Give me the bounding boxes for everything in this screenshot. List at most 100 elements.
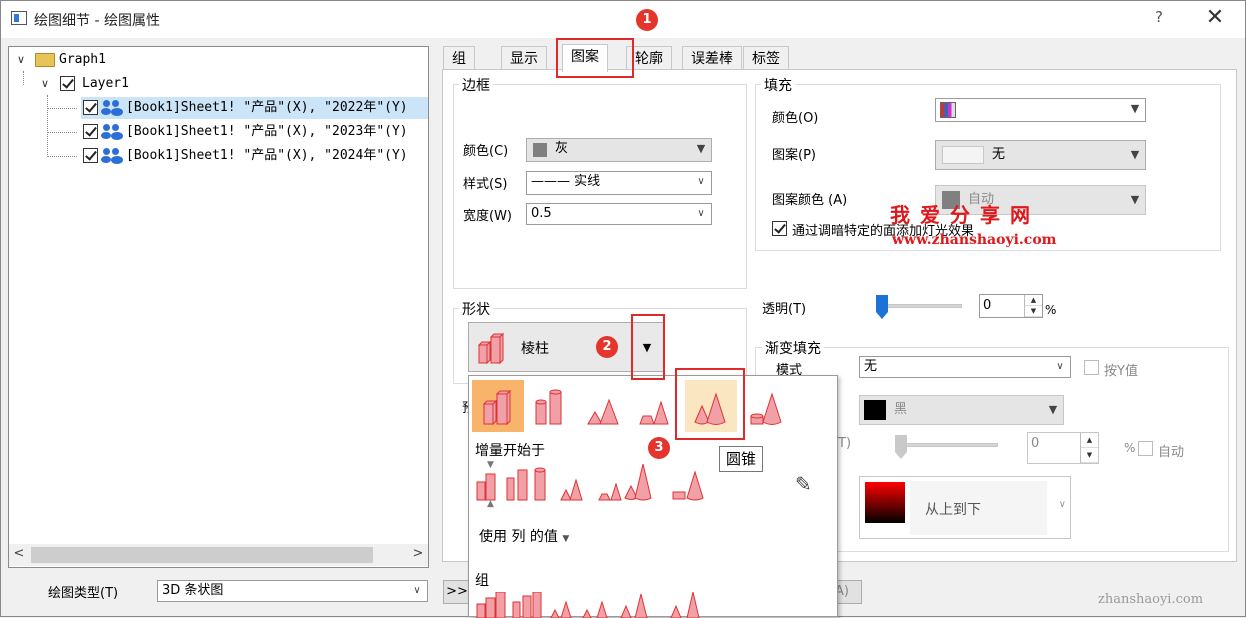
fill-pattern-select[interactable]: 无 ▼	[935, 140, 1146, 170]
slider-thumb-icon[interactable]	[894, 434, 908, 460]
spin-buttons[interactable]: ▲ ▼	[1024, 295, 1042, 317]
app-icon	[11, 11, 27, 25]
annotation-badge-1: 1	[636, 9, 658, 31]
increment-shapes	[476, 464, 704, 501]
transparency-label: 透明(T)	[762, 302, 807, 317]
chevron-down-icon: ∨	[697, 176, 705, 187]
tree-node-label: [Book1]Sheet1! "产品"(X), "2022年"(Y)	[126, 100, 408, 115]
plot-data-icon	[101, 148, 123, 164]
fill-group-title: 填充	[761, 75, 795, 95]
prism-icon	[482, 389, 512, 426]
layer-tree[interactable]: ∨ Graph1 ∨ Layer1 [Book1]Sheet1! "产品"(X)…	[8, 46, 429, 568]
prism-icon	[477, 332, 505, 365]
tree-node-label: Graph1	[59, 52, 106, 67]
shape-option-prism[interactable]	[472, 380, 524, 432]
close-button[interactable]: ✕	[1202, 4, 1228, 32]
tree-node-label: [Book1]Sheet1! "产品"(X), "2024年"(Y)	[126, 148, 408, 163]
tab-label[interactable]: 标签	[743, 46, 789, 70]
pattern-swatch	[942, 146, 984, 164]
tree-node-label: [Book1]Sheet1! "产品"(X), "2023年"(Y)	[126, 124, 408, 139]
scroll-right-icon[interactable]: >	[411, 546, 425, 564]
chevron-down-icon[interactable]: ∨	[39, 78, 51, 90]
scroll-left-icon[interactable]: <	[12, 546, 26, 564]
watermark-url: www.zhanshaoyi.com	[892, 232, 1057, 248]
border-width-label: 宽度(W)	[463, 209, 512, 224]
expand-button[interactable]: >>	[443, 580, 471, 604]
border-style-select[interactable]: ——— 实线 ∨	[526, 171, 712, 195]
plot-checkbox[interactable]	[83, 124, 98, 139]
shape-group-title: 形状	[459, 299, 493, 319]
slider-thumb-icon[interactable]	[875, 294, 889, 320]
annotation-box-tab	[556, 38, 634, 78]
gradient-spin-value: 0	[1031, 436, 1040, 451]
border-width-select[interactable]: 0.5 ∨	[526, 203, 712, 225]
gradient-color-value: 黑	[894, 402, 908, 417]
caret-down-icon: ▼	[696, 142, 706, 155]
gradient-preview	[865, 482, 905, 523]
caret-down-icon: ▼	[1130, 102, 1140, 115]
plot-checkbox[interactable]	[83, 148, 98, 163]
by-y-checkbox[interactable]	[1084, 360, 1099, 375]
shape-option-cone-cylinder[interactable]	[745, 380, 797, 432]
gradient-unit: %	[1124, 441, 1136, 455]
plot-type-value: 3D 条状图	[162, 583, 224, 598]
tree-line	[47, 108, 77, 109]
border-color-select[interactable]: 灰 ▼	[526, 138, 712, 162]
fill-color-label: 颜色(O)	[772, 111, 819, 126]
help-button[interactable]: ?	[1148, 8, 1170, 30]
chevron-down-icon: ∨	[697, 208, 705, 219]
use-column-values[interactable]: 使用 列 的值 ▼	[479, 526, 569, 546]
transparency-spin[interactable]: 0 ▲ ▼	[979, 294, 1043, 318]
tree-node-plot[interactable]: [Book1]Sheet1! "产品"(X), "2024年"(Y)	[81, 145, 428, 167]
tree-node-plot[interactable]: [Book1]Sheet1! "产品"(X), "2022年"(Y)	[81, 97, 428, 119]
gradient-slider[interactable]	[898, 443, 998, 447]
watermark-text: 我爱分享网	[890, 203, 1040, 227]
fill-pattern-value: 无	[992, 147, 1006, 162]
gradient-mode-select[interactable]: 无 ∨	[859, 356, 1071, 378]
title-bar: 绘图细节 - 绘图属性 ? ✕	[0, 0, 1246, 38]
layer-checkbox[interactable]	[60, 76, 75, 91]
fill-color-select[interactable]: ▼	[935, 98, 1146, 122]
tree-line	[47, 156, 77, 157]
border-color-value: 灰	[555, 141, 569, 156]
pencil-icon[interactable]: ✎	[795, 472, 812, 496]
chevron-down-icon: ∨	[1058, 499, 1066, 510]
group-label: 组	[475, 573, 489, 589]
shape-option-cylinder[interactable]	[526, 380, 578, 432]
increment-label: 增量开始于	[475, 443, 545, 459]
gradient-partial-label: T)	[838, 436, 852, 451]
transparency-value: 0	[983, 298, 992, 313]
scroll-thumb[interactable]	[31, 547, 373, 563]
caret-down-icon: ▼	[1048, 403, 1058, 416]
tree-node-layer[interactable]: ∨ Layer1	[9, 73, 428, 95]
gradient-direction-value: 从上到下	[925, 502, 981, 518]
horizontal-scrollbar[interactable]: < >	[9, 544, 428, 566]
cone-tooltip: 圆锥	[719, 446, 763, 472]
cone-cylinder-icon	[750, 392, 782, 425]
folder-icon	[35, 53, 55, 67]
gradient-color-select[interactable]: 黑 ▼	[859, 395, 1064, 425]
fill-pattern-color-label: 图案颜色 (A)	[772, 193, 848, 208]
transparency-slider[interactable]	[882, 304, 962, 308]
border-group-title: 边框	[459, 75, 493, 95]
auto-checkbox[interactable]	[1138, 441, 1153, 456]
chevron-down-icon[interactable]: ∨	[15, 54, 27, 66]
lighting-checkbox[interactable]	[772, 221, 787, 236]
plot-data-icon	[101, 124, 123, 140]
gradient-spin[interactable]: 0 ▲ ▼	[1027, 432, 1099, 464]
plot-type-select[interactable]: 3D 条状图 ∨	[157, 580, 428, 602]
tab-group[interactable]: 组	[443, 46, 475, 70]
shape-option-pyramid[interactable]	[580, 380, 632, 432]
border-color-swatch	[533, 143, 547, 157]
tree-line	[47, 95, 48, 157]
fill-color-swatch	[940, 102, 956, 118]
tree-node-plot[interactable]: [Book1]Sheet1! "产品"(X), "2023年"(Y)	[81, 121, 428, 143]
tab-error-bar[interactable]: 误差棒	[682, 46, 742, 70]
gradient-color-swatch	[864, 400, 886, 420]
spin-buttons[interactable]: ▲ ▼	[1080, 433, 1098, 463]
plot-checkbox[interactable]	[83, 100, 98, 115]
tab-display[interactable]: 显示	[501, 46, 547, 70]
tree-node-graph[interactable]: ∨ Graph1	[9, 49, 428, 71]
gradient-direction-select[interactable]: 从上到下 ∨	[859, 476, 1071, 539]
fill-pattern-label: 图案(P)	[772, 148, 816, 163]
